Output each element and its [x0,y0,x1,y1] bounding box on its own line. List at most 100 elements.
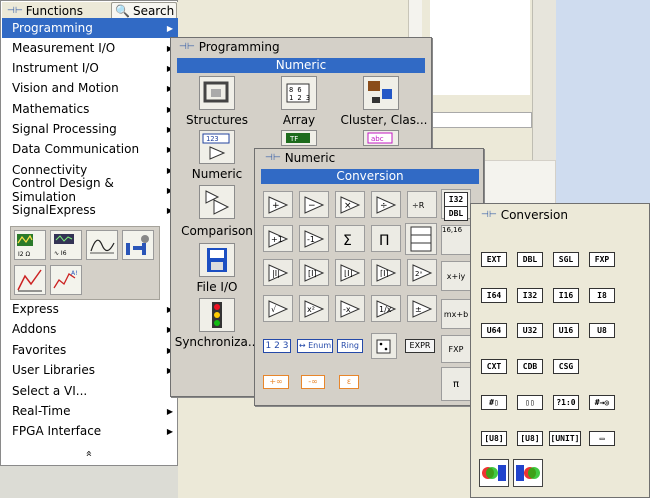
to-fxp-icon[interactable]: FXP [589,252,615,267]
menu-item-mathematics[interactable]: Mathematics▶ [2,99,178,119]
output-icon[interactable]: A! [50,265,82,295]
pin-icon[interactable]: ⊣⊢ [265,153,281,163]
negate-icon[interactable]: -x [335,295,365,322]
comparison-icon[interactable] [199,185,235,219]
positive-infinity-icon[interactable]: +∞ [263,375,289,389]
expand-chevron-icon[interactable]: » [82,450,95,457]
machine-epsilon-icon[interactable]: ε [339,375,359,389]
arithmetic-icon[interactable] [14,265,46,295]
menu-item-vision-motion[interactable]: Vision and Motion▶ [2,78,178,98]
add-array-elements-icon[interactable]: Σ [335,225,365,252]
menu-item-express[interactable]: Express▶ [2,299,178,319]
boolean-array-to-number-icon[interactable]: ▯▯ [517,395,543,410]
menu-item-fpga-interface[interactable]: FPGA Interface ▶ [2,421,178,441]
tab-functions[interactable]: ⊣⊢ Functions [4,2,86,19]
string-to-byte-array-icon[interactable]: [U8] [481,431,507,446]
quotient-remainder-icon[interactable]: ÷R [407,191,437,218]
cluster-class-icon[interactable] [363,76,399,110]
negative-infinity-icon[interactable]: -∞ [301,375,325,389]
boolean-icon[interactable]: TF [281,130,317,146]
compound-arithmetic-icon[interactable] [405,223,437,255]
background-field[interactable] [430,112,532,128]
daq-assistant-icon[interactable]: I2 Ω [14,230,46,260]
numeric-constant-icon[interactable]: 1 2 3 [263,339,291,353]
instrument-assistant-icon[interactable]: ∿ I6 [50,230,82,260]
to-u16-icon[interactable]: U16 [553,323,579,338]
round-nearest-icon[interactable]: [I] [299,259,329,286]
to-ext-icon[interactable]: EXT [481,252,507,267]
divide-icon[interactable]: ÷ [371,191,401,218]
to-sgl-icon[interactable]: SGL [553,252,579,267]
menu-item-signalexpress[interactable]: SignalExpress▶ [2,200,178,220]
to-csg-icon[interactable]: CSG [553,359,579,374]
pin-icon[interactable]: ⊣⊢ [179,42,195,52]
menu-item-user-libraries[interactable]: User Libraries▶ [2,360,178,380]
menu-item-data-communication[interactable]: Data Communication▶ [2,139,178,159]
cast-unit-icon[interactable]: ▭ [589,431,615,446]
menu-item-select-vi[interactable]: Select a VI... [2,381,178,401]
menu-item-instrument-io[interactable]: Instrument I/O▶ [2,58,178,78]
conversion-subpalette-icon[interactable]: I32 DBL [441,189,471,221]
random-number-icon[interactable] [371,333,397,359]
decrement-icon[interactable]: -1 [299,225,329,252]
menu-item-signal-processing[interactable]: Signal Processing▶ [2,119,178,139]
numeric-palette: ⊣⊢ Numeric Conversion + − × ÷ ÷R +1 -1 Σ… [254,148,484,406]
round-down-icon[interactable]: ⌊I⌋ [335,259,365,286]
menu-item-programming[interactable]: Programming ▶ [2,18,178,38]
data-manipulation-icon[interactable]: 16,16 [441,225,471,255]
to-u64-icon[interactable]: U64 [481,323,507,338]
to-i32-icon[interactable]: I32 [517,288,543,303]
convert-unit-icon[interactable]: [UNIT] [549,431,581,446]
number-to-enum-icon[interactable]: #→◎ [589,395,615,410]
pin-icon[interactable]: ⊣⊢ [7,6,23,16]
menu-item-control-design[interactable]: Control Design & Simulation▶ [2,176,178,204]
enum-constant-icon[interactable]: ↔ Enum [297,339,333,353]
multiply-icon[interactable]: × [335,191,365,218]
to-cdb-icon[interactable]: CDB [517,359,543,374]
reciprocal-icon[interactable]: 1/x [371,295,401,322]
menu-item-real-time[interactable]: Real-Time ▶ [2,401,178,421]
array-icon[interactable]: 8 61 2 3 [281,76,317,110]
byte-array-to-string-icon[interactable]: [U8] [517,431,543,446]
svg-text:∿ I6: ∿ I6 [54,250,67,257]
to-u32-icon[interactable]: U32 [517,323,543,338]
to-i16-icon[interactable]: I16 [553,288,579,303]
add-icon[interactable]: + [263,191,293,218]
multiply-array-elements-icon[interactable]: Π [371,225,401,252]
sign-icon[interactable]: ± [407,295,437,322]
menu-item-addons[interactable]: Addons▶ [2,319,178,339]
boolean-to-01-icon[interactable]: ?1:0 [553,395,579,410]
increment-icon[interactable]: +1 [263,225,293,252]
color-to-rgb-icon[interactable] [479,459,509,487]
expression-node-icon[interactable]: EXPR [405,339,435,353]
to-cxt-icon[interactable]: CXT [481,359,507,374]
subtract-icon[interactable]: − [299,191,329,218]
file-io-icon[interactable] [199,243,235,277]
complex-icon[interactable]: x+iy [441,261,471,291]
scale-power-icon[interactable]: 2ˣ [407,259,437,286]
exec-control-icon[interactable] [122,230,154,260]
scaling-icon[interactable]: mx+b [441,299,471,329]
menu-item-measurement-io[interactable]: Measurement I/O▶ [2,38,178,58]
string-icon[interactable]: abc [363,130,399,146]
rgb-to-color-icon[interactable] [513,459,543,487]
tab-search[interactable]: 🔍 Search [111,2,177,19]
ring-constant-icon[interactable]: Ring [337,339,363,353]
square-icon[interactable]: x² [299,295,329,322]
structures-icon[interactable] [199,76,235,110]
synchronization-icon[interactable] [199,298,235,332]
pin-icon[interactable]: ⊣⊢ [481,210,497,220]
math-constants-icon[interactable]: π [441,367,471,401]
to-i8-icon[interactable]: I8 [589,288,615,303]
menu-item-favorites[interactable]: Favorites▶ [2,340,178,360]
number-to-boolean-array-icon[interactable]: #▯ [481,395,507,410]
absolute-value-icon[interactable]: |I| [263,259,293,286]
fixed-point-icon[interactable]: FXP [441,335,471,363]
to-dbl-icon[interactable]: DBL [517,252,543,267]
signal-analysis-icon[interactable] [86,230,118,260]
round-up-icon[interactable]: ⌈I⌉ [371,259,401,286]
square-root-icon[interactable]: √ [263,295,293,322]
to-u8-icon[interactable]: U8 [589,323,615,338]
to-i64-icon[interactable]: I64 [481,288,507,303]
numeric-icon[interactable]: 123 [199,130,235,164]
